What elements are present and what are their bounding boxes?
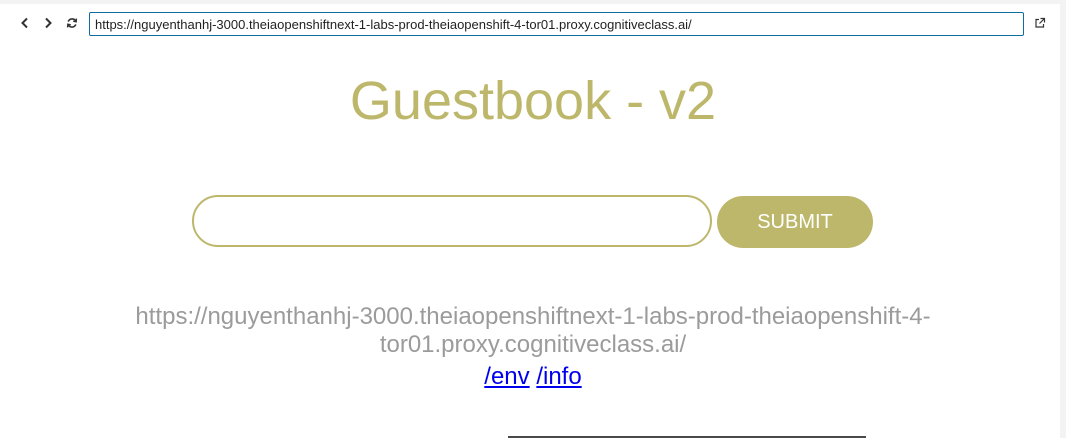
external-link-icon bbox=[1035, 17, 1046, 28]
browser-window: Guestbook - v2 SUBMIT https://nguyenthan… bbox=[0, 0, 1066, 438]
chevron-right-icon bbox=[45, 17, 52, 29]
open-external-button[interactable] bbox=[1031, 12, 1049, 34]
reload-button[interactable] bbox=[63, 12, 81, 34]
env-link[interactable]: /env bbox=[484, 363, 529, 390]
info-link[interactable]: /info bbox=[536, 363, 581, 390]
back-button[interactable] bbox=[16, 12, 34, 34]
host-address-text: https://nguyenthanhj-3000.theiaopenshift… bbox=[135, 303, 931, 358]
browser-toolbar bbox=[0, 4, 1060, 42]
page-title: Guestbook - v2 bbox=[349, 71, 717, 131]
submit-button[interactable]: SUBMIT bbox=[717, 196, 873, 248]
info-links: /env /info bbox=[0, 363, 1066, 391]
refresh-icon bbox=[66, 18, 78, 28]
forward-button[interactable] bbox=[39, 12, 57, 34]
guestbook-entry-input[interactable] bbox=[192, 195, 712, 247]
chevron-left-icon bbox=[21, 17, 28, 29]
address-bar[interactable] bbox=[89, 12, 1024, 36]
